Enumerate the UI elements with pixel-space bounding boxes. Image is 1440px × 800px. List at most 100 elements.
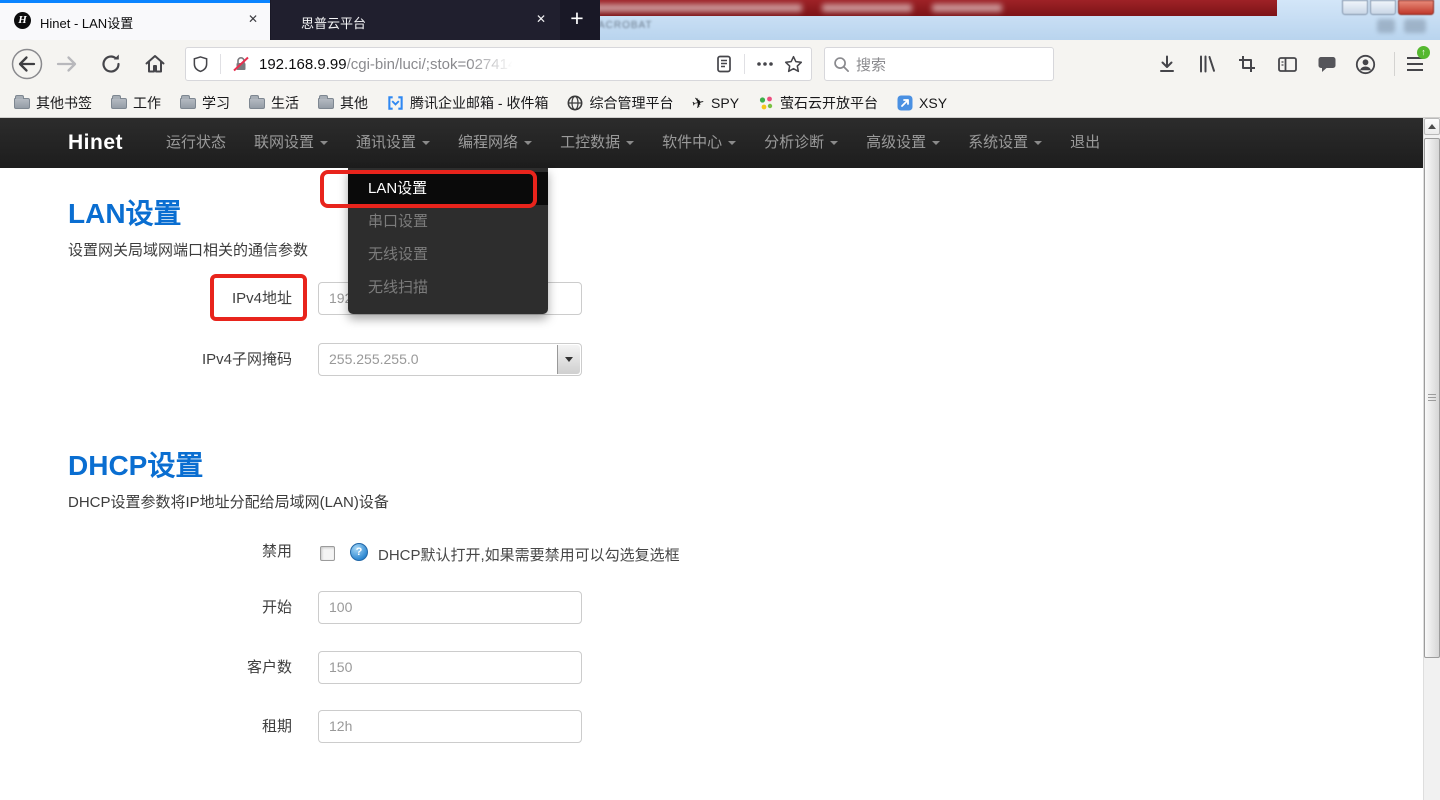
nav-item-system[interactable]: 系统设置 xyxy=(954,118,1056,168)
bookmark-ezviz[interactable]: 萤石云开放平台 xyxy=(758,93,878,113)
close-icon[interactable]: ✕ xyxy=(536,12,546,26)
forward-button[interactable] xyxy=(48,45,86,83)
nav-item-advanced[interactable]: 高级设置 xyxy=(852,118,954,168)
dhcp-start-input[interactable]: 100 xyxy=(318,591,582,624)
nav-item-comm[interactable]: 通讯设置 xyxy=(342,118,444,168)
reload-icon[interactable] xyxy=(92,45,130,83)
dropdown-item-wireless[interactable]: 无线设置 xyxy=(348,238,548,271)
dhcp-clients-input[interactable]: 150 xyxy=(318,651,582,684)
dhcp-lease-label: 租期 xyxy=(68,710,292,743)
bookmark-folder[interactable]: 学习 xyxy=(180,93,230,113)
dhcp-disable-label: 禁用 xyxy=(68,535,292,568)
bookmark-label: SPY xyxy=(711,95,739,111)
back-button[interactable] xyxy=(8,45,46,83)
bookmark-folder[interactable]: 工作 xyxy=(111,93,161,113)
url-text[interactable]: 192.168.9.99/cgi-bin/luci/;stok=027414 xyxy=(259,56,516,73)
page-scrollbar[interactable] xyxy=(1423,118,1440,800)
update-badge-icon: ↑ xyxy=(1417,46,1430,59)
dropdown-item-wireless-scan[interactable]: 无线扫描 xyxy=(348,271,548,304)
home-button[interactable] xyxy=(136,45,174,83)
page-actions-icon[interactable] xyxy=(751,50,779,78)
page-content: Hinet 运行状态 联网设置 通讯设置 编程网络 工控数据 软件中心 分析诊断… xyxy=(0,118,1423,800)
nav-item-software[interactable]: 软件中心 xyxy=(648,118,750,168)
sidebar-icon[interactable] xyxy=(1272,49,1302,79)
bookmark-label: 萤石云开放平台 xyxy=(780,93,878,113)
scrollbar-up-arrow[interactable] xyxy=(1424,118,1440,135)
bookmark-label: 工作 xyxy=(133,93,161,113)
reader-mode-icon[interactable] xyxy=(710,50,738,78)
annotation-box-ipv4-label xyxy=(210,274,307,321)
chevron-down-icon xyxy=(728,141,736,145)
search-input[interactable]: 搜索 xyxy=(824,47,1054,81)
bookmark-spy[interactable]: ✈ SPY xyxy=(692,95,739,111)
ezviz-icon xyxy=(758,95,774,111)
background-minimize-button[interactable] xyxy=(1342,0,1368,15)
blurred-title-text xyxy=(592,4,802,12)
library-icon[interactable] xyxy=(1192,49,1222,79)
nav-item-status[interactable]: 运行状态 xyxy=(152,118,240,168)
nav-item-wan[interactable]: 联网设置 xyxy=(240,118,342,168)
bookmark-folder[interactable]: 生活 xyxy=(249,93,299,113)
globe-icon xyxy=(567,95,583,111)
ribbon-icon-blob xyxy=(1377,19,1395,33)
tracking-shield-icon[interactable] xyxy=(186,50,214,78)
scrollbar-thumb[interactable] xyxy=(1424,138,1440,658)
bookmark-label: 综合管理平台 xyxy=(589,93,673,113)
screenshot-icon[interactable] xyxy=(1232,49,1262,79)
acrobat-ribbon-tab: ACROBAT xyxy=(598,20,653,31)
nav-item-logout[interactable]: 退出 xyxy=(1056,118,1114,168)
site-navbar: Hinet 运行状态 联网设置 通讯设置 编程网络 工控数据 软件中心 分析诊断… xyxy=(0,118,1423,168)
background-window: ACROBAT xyxy=(582,0,1440,40)
dhcp-lease-input[interactable]: 12h xyxy=(318,710,582,743)
search-icon xyxy=(833,56,850,73)
select-dropdown-button[interactable] xyxy=(557,345,580,374)
navigation-toolbar: 192.168.9.99/cgi-bin/luci/;stok=027414 搜… xyxy=(0,40,1440,88)
dhcp-disable-hint: DHCP默认打开,如果需要禁用可以勾选复选框 xyxy=(378,544,680,565)
address-bar[interactable]: 192.168.9.99/cgi-bin/luci/;stok=027414 xyxy=(185,47,812,81)
ribbon-icon-blob xyxy=(1404,19,1426,33)
bookmark-label: 其他 xyxy=(340,93,368,113)
new-tab-button[interactable]: + xyxy=(564,3,590,33)
netmask-select[interactable]: 255.255.255.0 xyxy=(318,343,582,376)
browser-chrome: 192.168.9.99/cgi-bin/luci/;stok=027414 搜… xyxy=(0,40,1440,118)
help-icon: ? xyxy=(350,543,368,561)
bookmark-mgmt-platform[interactable]: 综合管理平台 xyxy=(567,93,673,113)
site-favicon: H xyxy=(14,12,31,29)
folder-icon xyxy=(318,96,334,109)
bookmark-star-icon[interactable] xyxy=(779,50,807,78)
tab-accent-line xyxy=(0,0,270,3)
close-icon[interactable]: ✕ xyxy=(248,12,258,26)
tab-inactive[interactable]: 思普云平台 ✕ xyxy=(271,0,560,40)
bookmark-folder[interactable]: 其他 xyxy=(318,93,368,113)
nav-item-diagnosis[interactable]: 分析诊断 xyxy=(750,118,852,168)
background-close-button[interactable] xyxy=(1398,0,1434,15)
tab-title: Hinet - LAN设置 xyxy=(40,13,133,32)
plane-icon: ✈ xyxy=(691,94,706,110)
brand-logo[interactable]: Hinet xyxy=(68,118,123,168)
folder-icon xyxy=(180,96,196,109)
tab-active[interactable]: H Hinet - LAN设置 ✕ xyxy=(0,0,270,40)
nav-item-industrial-data[interactable]: 工控数据 xyxy=(546,118,648,168)
download-icon[interactable] xyxy=(1152,49,1182,79)
pocket-bubble-icon[interactable] xyxy=(1312,49,1342,79)
chevron-down-icon xyxy=(422,141,430,145)
bookmark-xsy[interactable]: XSY xyxy=(897,95,947,111)
netmask-label: IPv4子网掩码 xyxy=(68,343,292,376)
dropdown-item-serial[interactable]: 串口设置 xyxy=(348,205,548,238)
folder-icon xyxy=(14,96,30,109)
nav-item-programming[interactable]: 编程网络 xyxy=(444,118,546,168)
divider xyxy=(744,54,745,74)
dhcp-section-description: DHCP设置参数将IP地址分配给局域网(LAN)设备 xyxy=(68,491,389,512)
xsy-icon xyxy=(897,95,913,111)
dhcp-section-title: DHCP设置 xyxy=(68,444,203,484)
account-icon[interactable] xyxy=(1350,49,1380,79)
insecure-lock-icon[interactable] xyxy=(227,50,255,78)
dhcp-disable-checkbox[interactable] xyxy=(320,546,335,561)
background-titlebar xyxy=(582,0,1277,16)
bookmark-tencent-mail[interactable]: 腾讯企业邮箱 - 收件箱 xyxy=(387,93,548,113)
background-maximize-button[interactable] xyxy=(1370,0,1396,15)
lan-section-description: 设置网关局域网端口相关的通信参数 xyxy=(68,239,308,260)
folder-icon xyxy=(249,96,265,109)
bookmark-folder[interactable]: 其他书签 xyxy=(14,93,92,113)
tencent-mail-icon xyxy=(387,95,404,111)
